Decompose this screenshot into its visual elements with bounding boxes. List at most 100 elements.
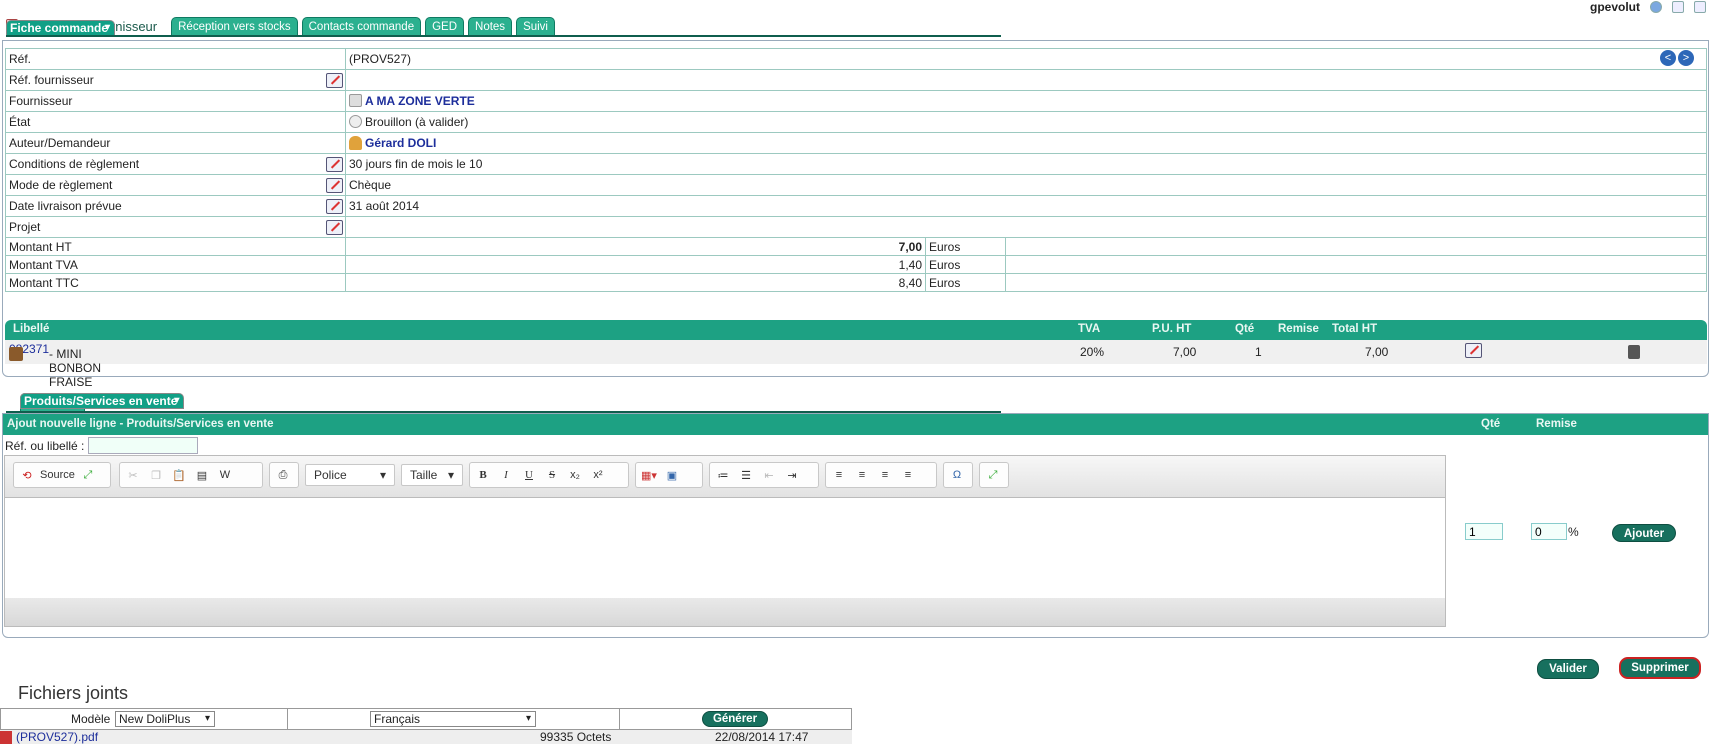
bullet-list-icon[interactable]: ☰ (736, 465, 756, 485)
toolbar-group-lists: ≔ ☰ ⇤ ⇥ (709, 462, 819, 488)
fournisseur-link[interactable]: A MA ZONE VERTE (365, 94, 475, 108)
col-total-ht: Total HT (1332, 323, 1378, 335)
montant-ht-value: 7,00 (345, 237, 926, 256)
line-total-ht: 7,00 (1365, 345, 1389, 359)
editor-text-area[interactable] (5, 498, 1445, 599)
edit-icon[interactable] (326, 157, 343, 172)
source-icon: ⟲ (22, 469, 32, 482)
add-col-qte: Qté (1481, 418, 1501, 430)
edit-icon[interactable] (326, 178, 343, 193)
editor-footer (5, 598, 1445, 626)
conditions-value: 30 jours fin de mois le 10 (345, 153, 1707, 175)
print-icon[interactable] (1672, 1, 1684, 13)
bold-icon[interactable]: B (473, 465, 493, 485)
paste-word-icon[interactable]: W (215, 465, 235, 485)
pdf-icon (0, 731, 12, 744)
tab-suivi[interactable]: Suivi (516, 17, 555, 36)
qty-input[interactable] (1465, 523, 1503, 540)
paste-icon[interactable]: 📋 (169, 465, 189, 485)
fournisseur-label: Fournisseur (5, 90, 346, 112)
outdent-icon[interactable]: ⇤ (759, 465, 779, 485)
ref-search-input[interactable] (88, 437, 199, 454)
align-right-icon[interactable]: ≡ (875, 465, 895, 485)
logout-icon[interactable] (1694, 1, 1706, 13)
remise-input[interactable] (1531, 523, 1567, 540)
globe-icon[interactable] (1650, 1, 1662, 13)
line-pu-ht: 7,00 (1173, 345, 1197, 359)
ref-search-row: Réf. ou libellé : (5, 437, 199, 454)
col-tva: TVA (1078, 323, 1101, 335)
justify-icon[interactable]: ≡ (898, 465, 918, 485)
tab-contacts-commande[interactable]: Contacts commande (301, 17, 422, 36)
special-char-icon[interactable]: Ω (947, 465, 967, 485)
col-pu-ht: P.U. HT (1152, 323, 1192, 335)
maximize-icon[interactable]: ⤢ (983, 465, 1003, 485)
delete-button[interactable]: Supprimer (1619, 657, 1701, 679)
model-select[interactable]: New DoliPlus (115, 711, 215, 727)
ref-value: (PROV527) (345, 48, 1707, 70)
montant-ttc-label: Montant TTC (5, 273, 346, 292)
color-icon[interactable]: ▦▾ (639, 465, 659, 485)
company-icon (349, 94, 362, 107)
auteur-label: Auteur/Demandeur (5, 132, 346, 154)
mode-value: Chèque (345, 174, 1707, 196)
underline-icon[interactable]: U (519, 465, 539, 485)
add-button[interactable]: Ajouter (1612, 524, 1676, 542)
model-label: Modèle (71, 712, 111, 726)
tab-notes[interactable]: Notes (468, 17, 513, 36)
generate-button[interactable]: Générer (702, 711, 768, 727)
spacer (1005, 273, 1707, 292)
edit-icon[interactable] (326, 199, 343, 214)
main-tabs: Commande fournisseur Fiche commande Réce… (6, 16, 559, 36)
edit-icon[interactable] (326, 73, 343, 88)
copy-icon[interactable]: ❐ (146, 465, 166, 485)
cut-icon[interactable]: ✂ (123, 465, 143, 485)
delete-line-icon[interactable] (1628, 345, 1640, 359)
line-qte: 1 (1255, 345, 1262, 359)
file-size: 99335 Octets (540, 730, 612, 744)
italic-icon[interactable]: I (496, 465, 516, 485)
montant-tva-value: 1,40 (345, 255, 926, 274)
tab-fiche-commande[interactable]: Fiche commande (6, 20, 116, 36)
edit-icon[interactable] (326, 220, 343, 235)
status-draft-icon (349, 115, 362, 128)
superscript-icon[interactable]: x² (588, 465, 608, 485)
strike-icon[interactable]: S (542, 465, 562, 485)
add-line-header: Ajout nouvelle ligne - Produits/Services… (3, 414, 1708, 435)
spacer (1005, 255, 1707, 274)
maximize-icon[interactable]: ⤢ (78, 465, 98, 485)
toolbar-group-print: ⎙ (269, 462, 299, 488)
source-button[interactable]: Source (40, 465, 75, 485)
user-bar: gpevolut (1590, 0, 1706, 14)
col-libelle: Libellé (13, 323, 50, 335)
edit-line-icon[interactable] (1465, 343, 1482, 358)
montant-tva-label: Montant TVA (5, 255, 346, 274)
user-icon (349, 136, 362, 150)
tab-reception-stocks[interactable]: Réception vers stocks (171, 17, 298, 36)
indent-icon[interactable]: ⇥ (782, 465, 802, 485)
align-left-icon[interactable]: ≡ (829, 465, 849, 485)
col-remise: Remise (1278, 323, 1319, 335)
tab-ged[interactable]: GED (425, 17, 465, 36)
username[interactable]: gpevolut (1590, 0, 1640, 14)
size-dropdown[interactable]: Taille ▾ (401, 464, 463, 486)
projet-value (345, 216, 1707, 238)
validate-button[interactable]: Valider (1537, 659, 1599, 679)
montant-ht-label: Montant HT (5, 237, 346, 256)
image-icon[interactable]: ▣ (662, 465, 682, 485)
toolbar-group-format: B I U S x₂ x² (469, 462, 629, 488)
print-icon[interactable]: ⎙ (273, 465, 293, 485)
paste-text-icon[interactable]: ▤ (192, 465, 212, 485)
file-link[interactable]: (PROV527).pdf (16, 730, 98, 744)
generate-cell: Générer (620, 709, 853, 729)
lang-select[interactable]: Français (370, 711, 536, 727)
tab-produits-services[interactable]: Produits/Services en vente (20, 393, 185, 409)
font-dropdown[interactable]: Police ▾ (305, 464, 395, 486)
subscript-icon[interactable]: x₂ (565, 465, 585, 485)
align-center-icon[interactable]: ≡ (852, 465, 872, 485)
auteur-cell: Gérard DOLI (345, 132, 1707, 154)
chevron-down-icon: ▾ (447, 468, 454, 482)
numbered-list-icon[interactable]: ≔ (713, 465, 733, 485)
percent-sign: % (1568, 525, 1579, 539)
auteur-link[interactable]: Gérard DOLI (365, 136, 436, 150)
